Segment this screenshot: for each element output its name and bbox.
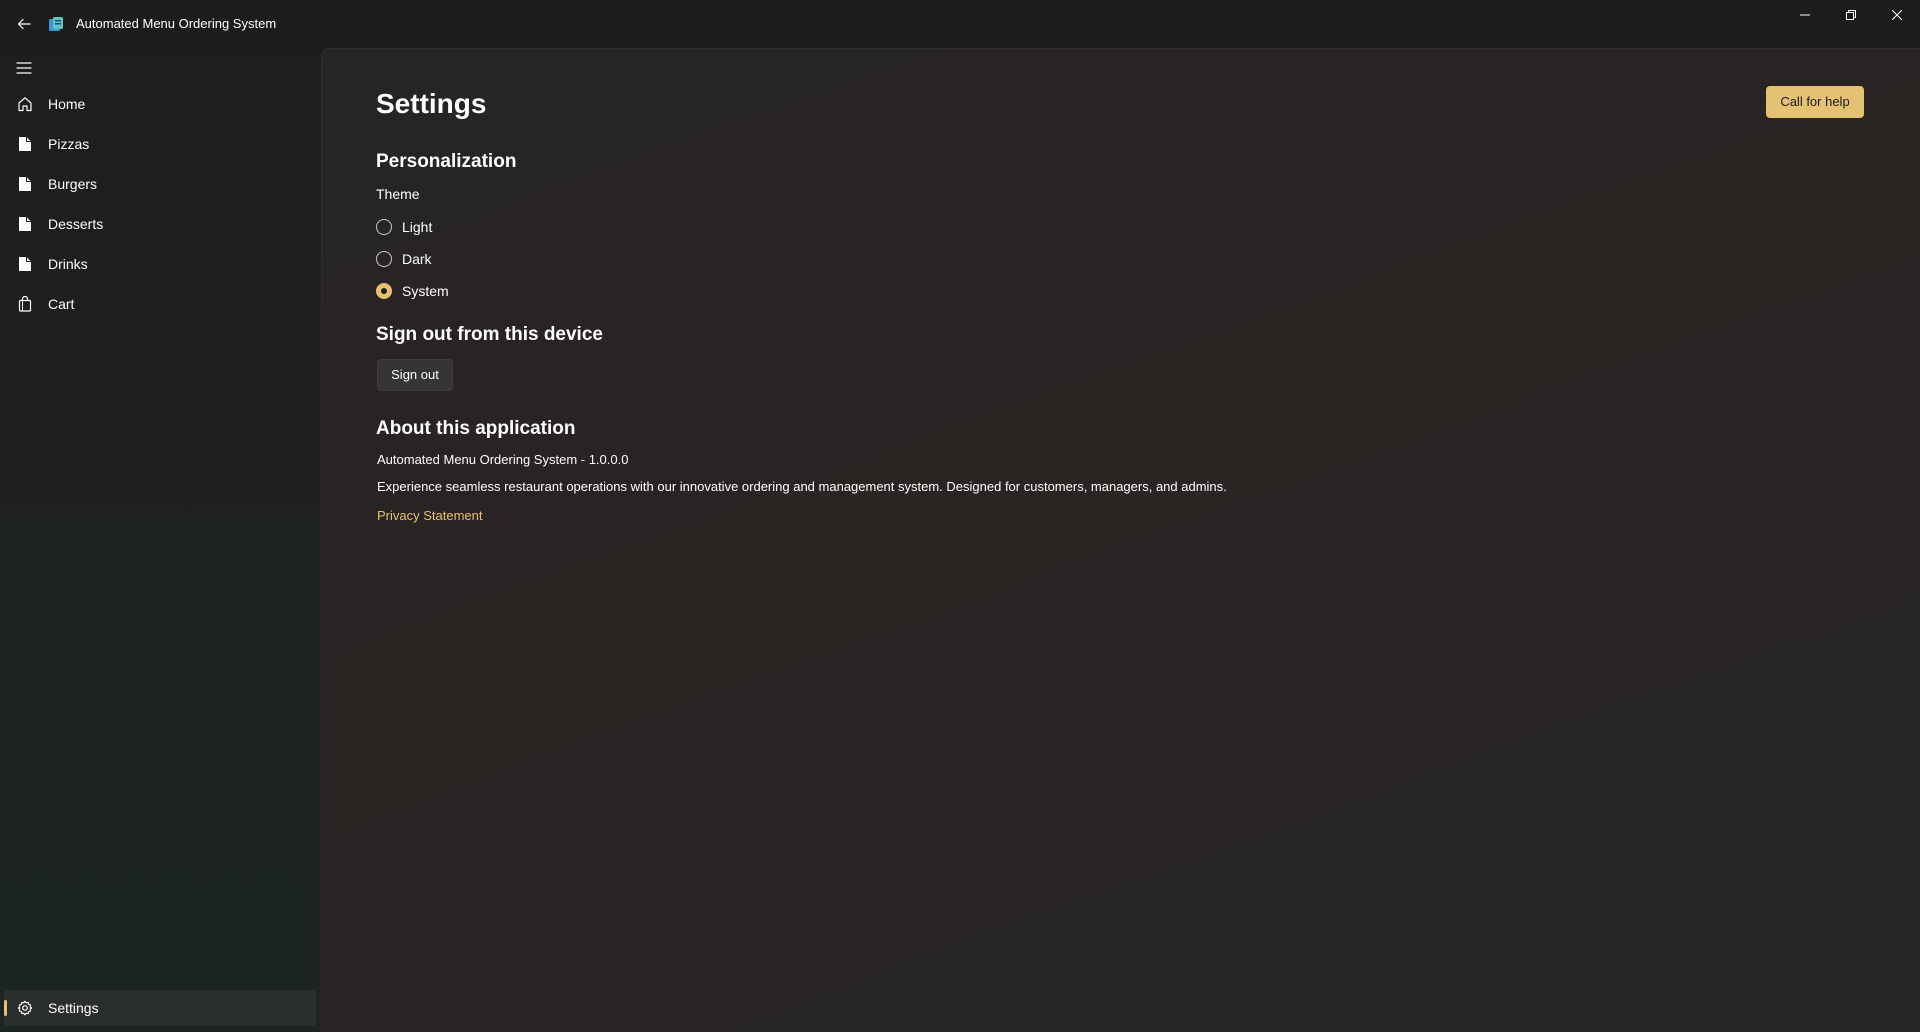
radio-label: Dark (402, 251, 432, 267)
radio-label: System (402, 283, 449, 299)
navigation-pane: Home Pizzas Burgers Desserts Drinks Cart… (0, 48, 320, 1032)
hamburger-menu-icon[interactable] (12, 56, 36, 80)
sign-out-heading: Sign out from this device (376, 324, 603, 345)
nav-item-desserts[interactable]: Desserts (4, 206, 316, 242)
nav-label: Settings (48, 1000, 99, 1016)
personalization-heading: Personalization (376, 151, 517, 172)
version-text: Automated Menu Ordering System - 1.0.0.0 (377, 452, 629, 467)
nav-item-drinks[interactable]: Drinks (4, 246, 316, 282)
nav-item-pizzas[interactable]: Pizzas (4, 126, 316, 162)
nav-list: Home Pizzas Burgers Desserts Drinks Cart (4, 86, 316, 326)
page-title: Settings (376, 88, 487, 119)
app-description: Experience seamless restaurant operation… (377, 479, 1227, 494)
nav-label: Burgers (48, 176, 98, 192)
radio-button[interactable] (376, 251, 392, 267)
restore-icon (1846, 7, 1856, 25)
restore-button[interactable] (1828, 0, 1874, 32)
minimize-button[interactable] (1782, 0, 1828, 32)
back-arrow-icon[interactable] (12, 12, 36, 36)
close-button[interactable] (1874, 0, 1920, 32)
title-bar: Automated Menu Ordering System (0, 0, 1920, 48)
nav-label: Pizzas (48, 136, 90, 152)
theme-label: Theme (376, 186, 420, 202)
nav-label: Cart (48, 296, 75, 312)
about-heading: About this application (376, 418, 576, 439)
settings-page: Settings Call for help Personalization T… (321, 48, 1920, 1032)
document-icon (16, 255, 34, 273)
sign-out-button[interactable]: Sign out (377, 359, 453, 391)
nav-label: Desserts (48, 216, 104, 232)
nav-label: Home (48, 96, 86, 112)
shopping-bag-icon (16, 295, 34, 313)
theme-option-dark[interactable]: Dark (376, 248, 432, 270)
privacy-statement-link[interactable]: Privacy Statement (377, 508, 483, 524)
selection-indicator (4, 1000, 7, 1016)
nav-item-settings[interactable]: Settings (4, 990, 316, 1026)
theme-option-light[interactable]: Light (376, 216, 432, 238)
app-logo-icon (48, 16, 64, 32)
close-icon (1891, 7, 1903, 25)
minimize-icon (1800, 7, 1810, 25)
document-icon (16, 135, 34, 153)
nav-label: Drinks (48, 256, 88, 272)
radio-button-checked[interactable] (376, 283, 392, 299)
theme-option-system[interactable]: System (376, 280, 449, 302)
nav-item-home[interactable]: Home (4, 86, 316, 122)
app-title: Automated Menu Ordering System (76, 16, 277, 31)
call-for-help-button[interactable]: Call for help (1766, 86, 1864, 118)
home-icon (16, 95, 34, 113)
nav-item-cart[interactable]: Cart (4, 286, 316, 322)
document-icon (16, 215, 34, 233)
radio-button[interactable] (376, 219, 392, 235)
gear-icon (16, 999, 34, 1017)
nav-item-burgers[interactable]: Burgers (4, 166, 316, 202)
document-icon (16, 175, 34, 193)
radio-label: Light (402, 219, 433, 235)
